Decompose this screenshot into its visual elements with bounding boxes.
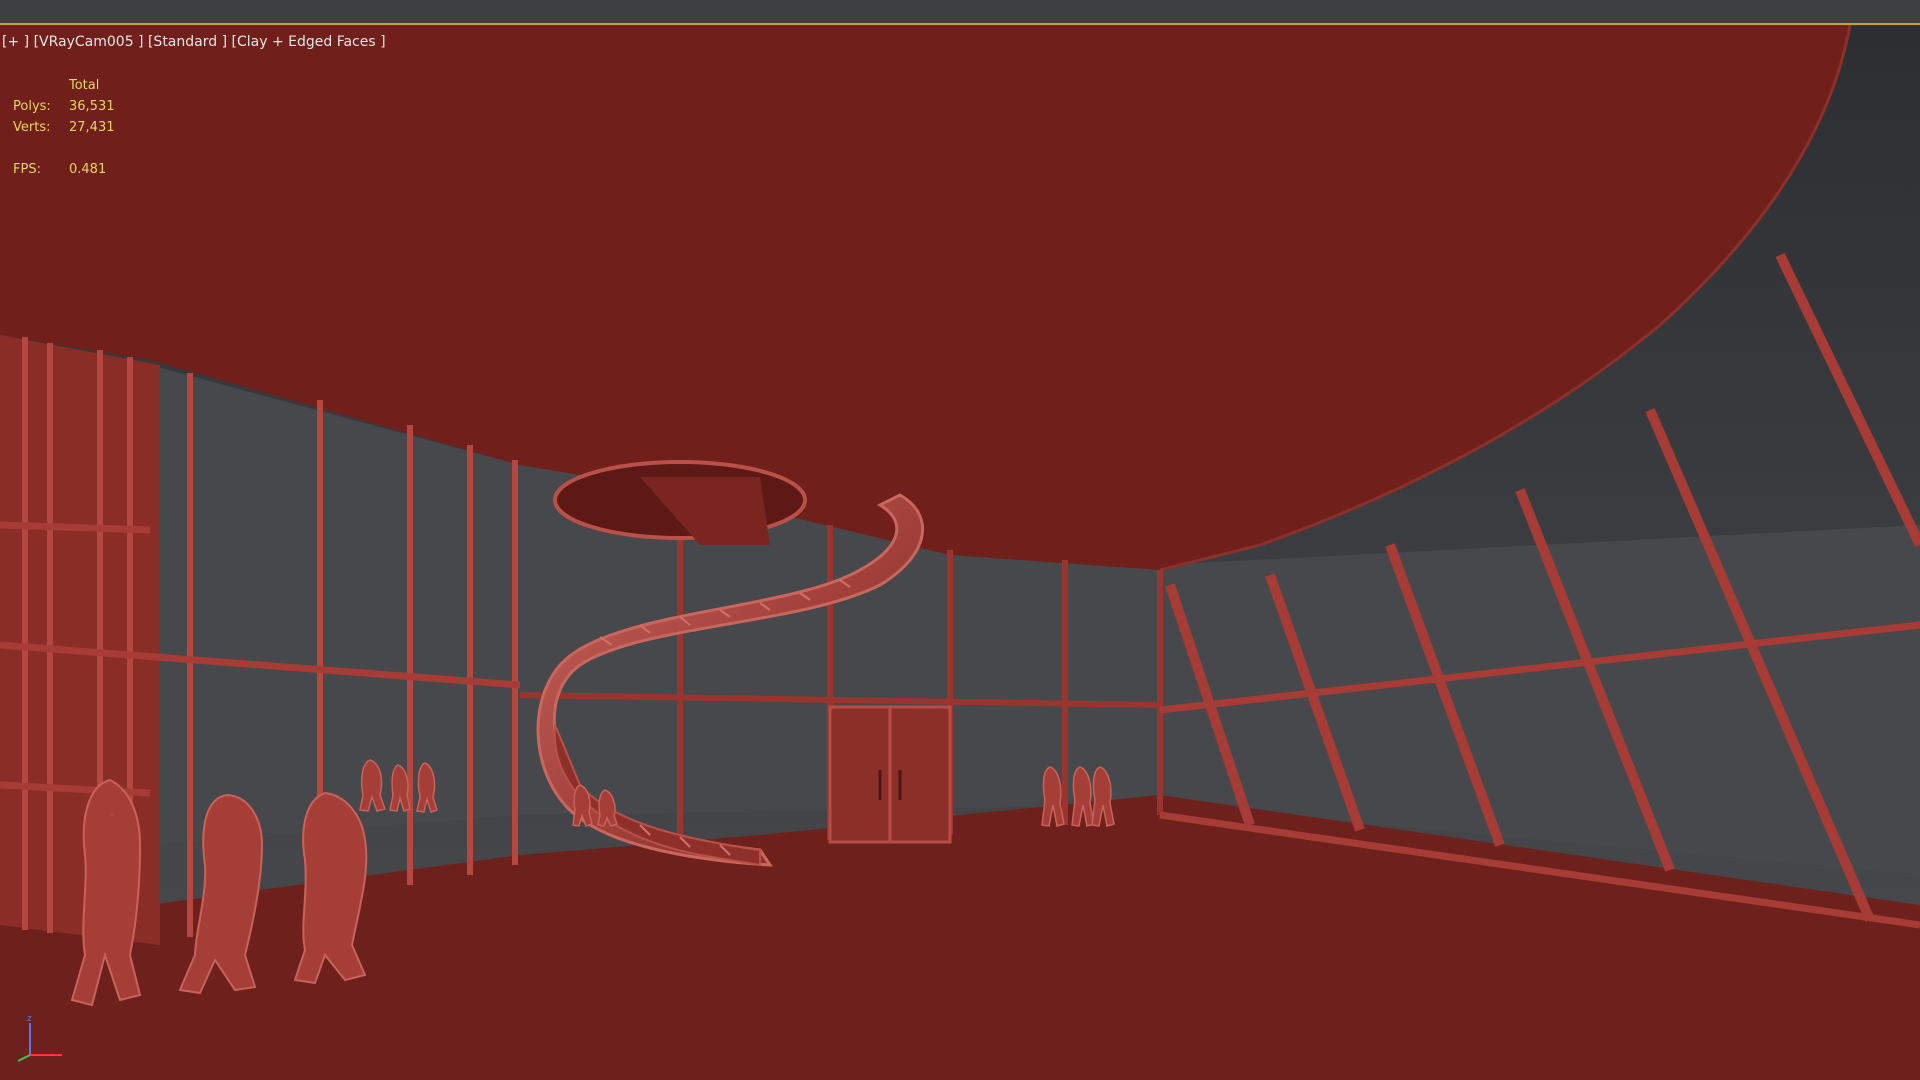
verts-value: 27,431 <box>69 120 115 135</box>
viewport-top-bar <box>0 0 1920 25</box>
display-style-selector[interactable]: [Clay + Edged Faces ] <box>232 34 386 50</box>
fps-label: FPS: <box>13 162 41 177</box>
viewport-menu-button[interactable]: [+ ] <box>2 34 29 50</box>
fps-value: 0.481 <box>69 162 107 177</box>
axis-tripod-icon: z <box>17 1014 62 1062</box>
viewport-label: [+ ] [VRayCam005 ] [Standard ] [Clay + E… <box>2 34 386 50</box>
stats-header: Total <box>69 78 100 93</box>
camera-selector[interactable]: [VRayCam005 ] <box>34 34 144 50</box>
verts-label: Verts: <box>13 120 51 135</box>
polys-label: Polys: <box>13 99 51 114</box>
entrance-door <box>828 705 952 844</box>
camera-viewport[interactable]: [+ ] [VRayCam005 ] [Standard ] [Clay + E… <box>0 25 1920 1080</box>
statistics-overlay: Total Polys: 36,531 Verts: 27,431 FPS: 0.48… <box>13 75 115 180</box>
polys-value: 36,531 <box>69 99 115 114</box>
shading-selector[interactable]: [Standard ] <box>148 34 227 50</box>
scene-render <box>0 25 1920 1080</box>
svg-text:z: z <box>27 1014 32 1024</box>
